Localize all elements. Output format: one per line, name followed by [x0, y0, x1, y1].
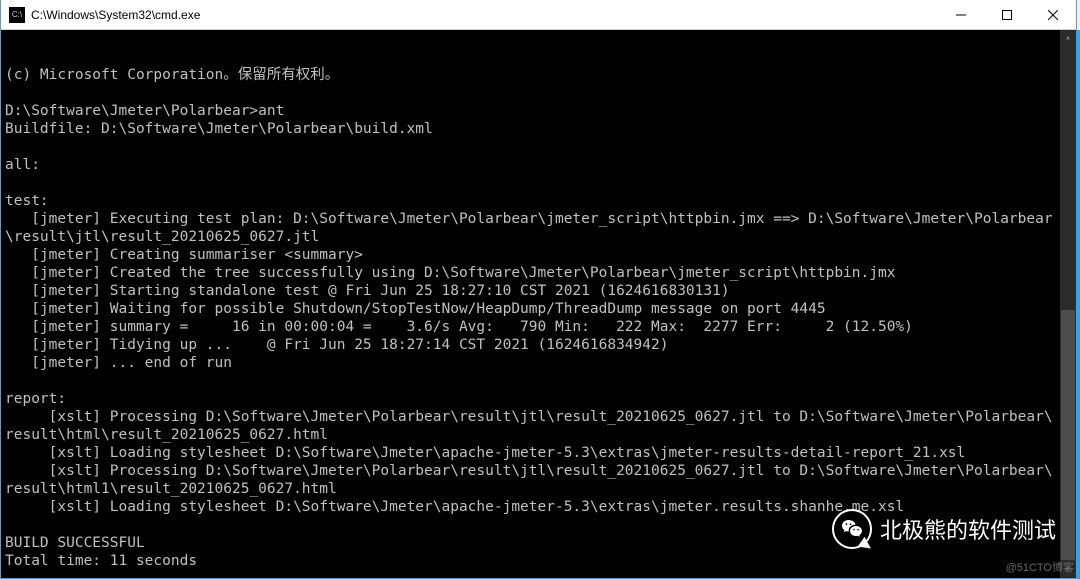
watermark-wechat: 北极熊的软件测试: [832, 509, 1056, 549]
terminal-line: [xslt] Processing D:\Software\Jmeter\Pol…: [5, 462, 1076, 480]
terminal-line: \result\jtl\result_20210625_0627.jtl: [5, 228, 1076, 246]
watermark-text: 北极熊的软件测试: [880, 513, 1056, 545]
window-title: C:\Windows\System32\cmd.exe: [31, 8, 938, 22]
close-button[interactable]: [1030, 0, 1076, 29]
terminal-line: [jmeter] Creating summariser <summary>: [5, 246, 1076, 264]
terminal-line: [5, 372, 1076, 390]
terminal-line: [jmeter] Waiting for possible Shutdown/S…: [5, 300, 1076, 318]
terminal-line: test:: [5, 192, 1076, 210]
maximize-button[interactable]: [984, 0, 1030, 29]
watermark-corner: @51CTO博客: [1006, 559, 1074, 575]
scroll-thumb[interactable]: [1061, 310, 1075, 560]
terminal-line: Buildfile: D:\Software\Jmeter\Polarbear\…: [5, 120, 1076, 138]
terminal-line: [xslt] Processing D:\Software\Jmeter\Pol…: [5, 408, 1076, 426]
terminal-line: D:\Software\Jmeter\Polarbear>ant: [5, 102, 1076, 120]
wechat-icon: [832, 509, 872, 549]
terminal-line: result\html\result_20210625_0627.html: [5, 426, 1076, 444]
scrollbar-vertical[interactable]: ▴ ▾: [1060, 30, 1076, 578]
terminal-line: report:: [5, 390, 1076, 408]
minimize-button[interactable]: [938, 0, 984, 29]
terminal-line: [5, 84, 1076, 102]
terminal-line: [5, 138, 1076, 156]
terminal-area[interactable]: (c) Microsoft Corporation。保留所有权利。 D:\Sof…: [1, 30, 1076, 578]
terminal-line: [jmeter] Executing test plan: D:\Softwar…: [5, 210, 1076, 228]
terminal-line: result\html1\result_20210625_0627.html: [5, 480, 1076, 498]
terminal-line: [jmeter] ... end of run: [5, 354, 1076, 372]
terminal-line: [5, 570, 1076, 578]
terminal-line: (c) Microsoft Corporation。保留所有权利。: [5, 66, 1076, 84]
terminal-line: [jmeter] Created the tree successfully u…: [5, 264, 1076, 282]
terminal-output: (c) Microsoft Corporation。保留所有权利。 D:\Sof…: [1, 66, 1076, 578]
terminal-line: [5, 174, 1076, 192]
terminal-line: all:: [5, 156, 1076, 174]
cmd-window: C:\ C:\Windows\System32\cmd.exe (c) Micr…: [0, 0, 1077, 579]
cmd-icon: C:\: [9, 7, 25, 23]
terminal-line: [xslt] Loading stylesheet D:\Software\Jm…: [5, 444, 1076, 462]
window-controls: [938, 0, 1076, 29]
terminal-line: [jmeter] summary = 16 in 00:00:04 = 3.6/…: [5, 318, 1076, 336]
terminal-line: [jmeter] Starting standalone test @ Fri …: [5, 282, 1076, 300]
terminal-line: Total time: 11 seconds: [5, 552, 1076, 570]
scroll-up-icon[interactable]: ▴: [1060, 30, 1076, 46]
terminal-line: [jmeter] Tidying up ... @ Fri Jun 25 18:…: [5, 336, 1076, 354]
titlebar[interactable]: C:\ C:\Windows\System32\cmd.exe: [1, 0, 1076, 30]
